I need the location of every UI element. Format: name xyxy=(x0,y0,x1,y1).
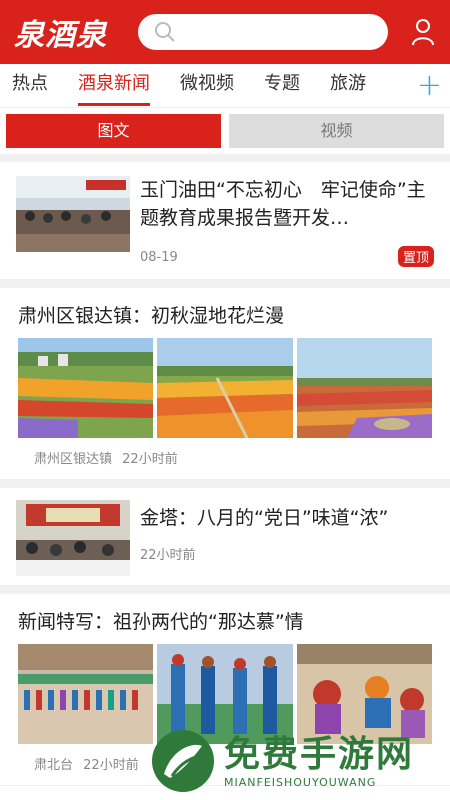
tab-jiuquan-news[interactable]: 酒泉新闻 xyxy=(78,64,150,108)
news-time: 22小时前 xyxy=(122,452,178,467)
segment-picture-text[interactable]: 图文 xyxy=(6,114,221,148)
search-input[interactable] xyxy=(184,23,388,41)
tab-travel[interactable]: 旅游 xyxy=(330,64,366,108)
watermark-subtitle: MIANFEISHOUYOUWANG xyxy=(224,775,377,789)
news-body: 金塔：八月的“党日”味道“浓” 22小时前 xyxy=(140,500,434,573)
gallery-image xyxy=(296,338,432,438)
tab-hot[interactable]: 热点 xyxy=(12,64,48,108)
add-tab-button[interactable]: + xyxy=(417,66,442,106)
app-logo: 泉酒泉 xyxy=(14,18,107,53)
tab-topics[interactable]: 专题 xyxy=(264,64,300,108)
gallery-image xyxy=(18,644,154,744)
search-bar[interactable] xyxy=(138,14,388,50)
list-item[interactable]: 肃州区银达镇：初秋湿地花烂漫 肃州区银达镇 22小时前 xyxy=(0,288,450,480)
divider xyxy=(0,480,450,488)
list-item[interactable]: 金塔：八月的“党日”味道“浓” 22小时前 xyxy=(0,488,450,586)
news-title: 金塔：八月的“党日”味道“浓” xyxy=(140,507,389,529)
news-date: 08-19 xyxy=(140,250,178,265)
category-tabs: 热点 酒泉新闻 微视频 专题 旅游 + xyxy=(0,64,450,108)
watermark-text: 免费手游网 MIANFEISHOUYOUWANG xyxy=(224,734,414,789)
content-type-switch: 图文 视频 xyxy=(0,108,450,154)
user-profile-button[interactable] xyxy=(408,15,438,49)
watermark: 免费手游网 MIANFEISHOUYOUWANG xyxy=(150,726,440,796)
news-thumbnail xyxy=(16,500,130,576)
gallery-image xyxy=(18,338,154,438)
divider xyxy=(0,154,450,162)
pinned-badge: 置顶 xyxy=(397,246,434,267)
news-thumbnail xyxy=(16,176,130,252)
segment-video[interactable]: 视频 xyxy=(229,114,444,148)
news-body: 玉门油田“不忘初心 牢记使命”主题教育成果报告暨开发… 08-19 置顶 xyxy=(140,176,434,267)
list-item[interactable]: 玉门油田“不忘初心 牢记使命”主题教育成果报告暨开发… 08-19 置顶 xyxy=(0,162,450,280)
user-icon xyxy=(411,18,435,46)
news-time: 22小时前 xyxy=(140,548,196,563)
news-source: 肃州区银达镇 xyxy=(34,452,113,467)
gallery-images xyxy=(18,338,432,438)
divider xyxy=(0,280,450,288)
gallery-image xyxy=(157,338,293,438)
news-source: 肃北台 xyxy=(34,758,74,773)
watermark-title: 免费手游网 xyxy=(224,733,415,775)
search-icon[interactable] xyxy=(154,21,176,43)
news-title: 玉门油田“不忘初心 牢记使命”主题教育成果报告暨开发… xyxy=(140,179,426,229)
tab-micro-video[interactable]: 微视频 xyxy=(180,64,234,108)
news-time: 22小时前 xyxy=(83,758,139,773)
divider xyxy=(0,586,450,594)
gallery-meta: 肃州区银达镇 22小时前 xyxy=(18,448,432,467)
gallery-title: 新闻特写：祖孙两代的“那达慕”情 xyxy=(18,611,304,633)
top-bar: 泉酒泉 xyxy=(0,0,450,64)
gallery-title: 肃州区银达镇：初秋湿地花烂漫 xyxy=(18,305,285,327)
watermark-logo-icon xyxy=(150,728,216,794)
